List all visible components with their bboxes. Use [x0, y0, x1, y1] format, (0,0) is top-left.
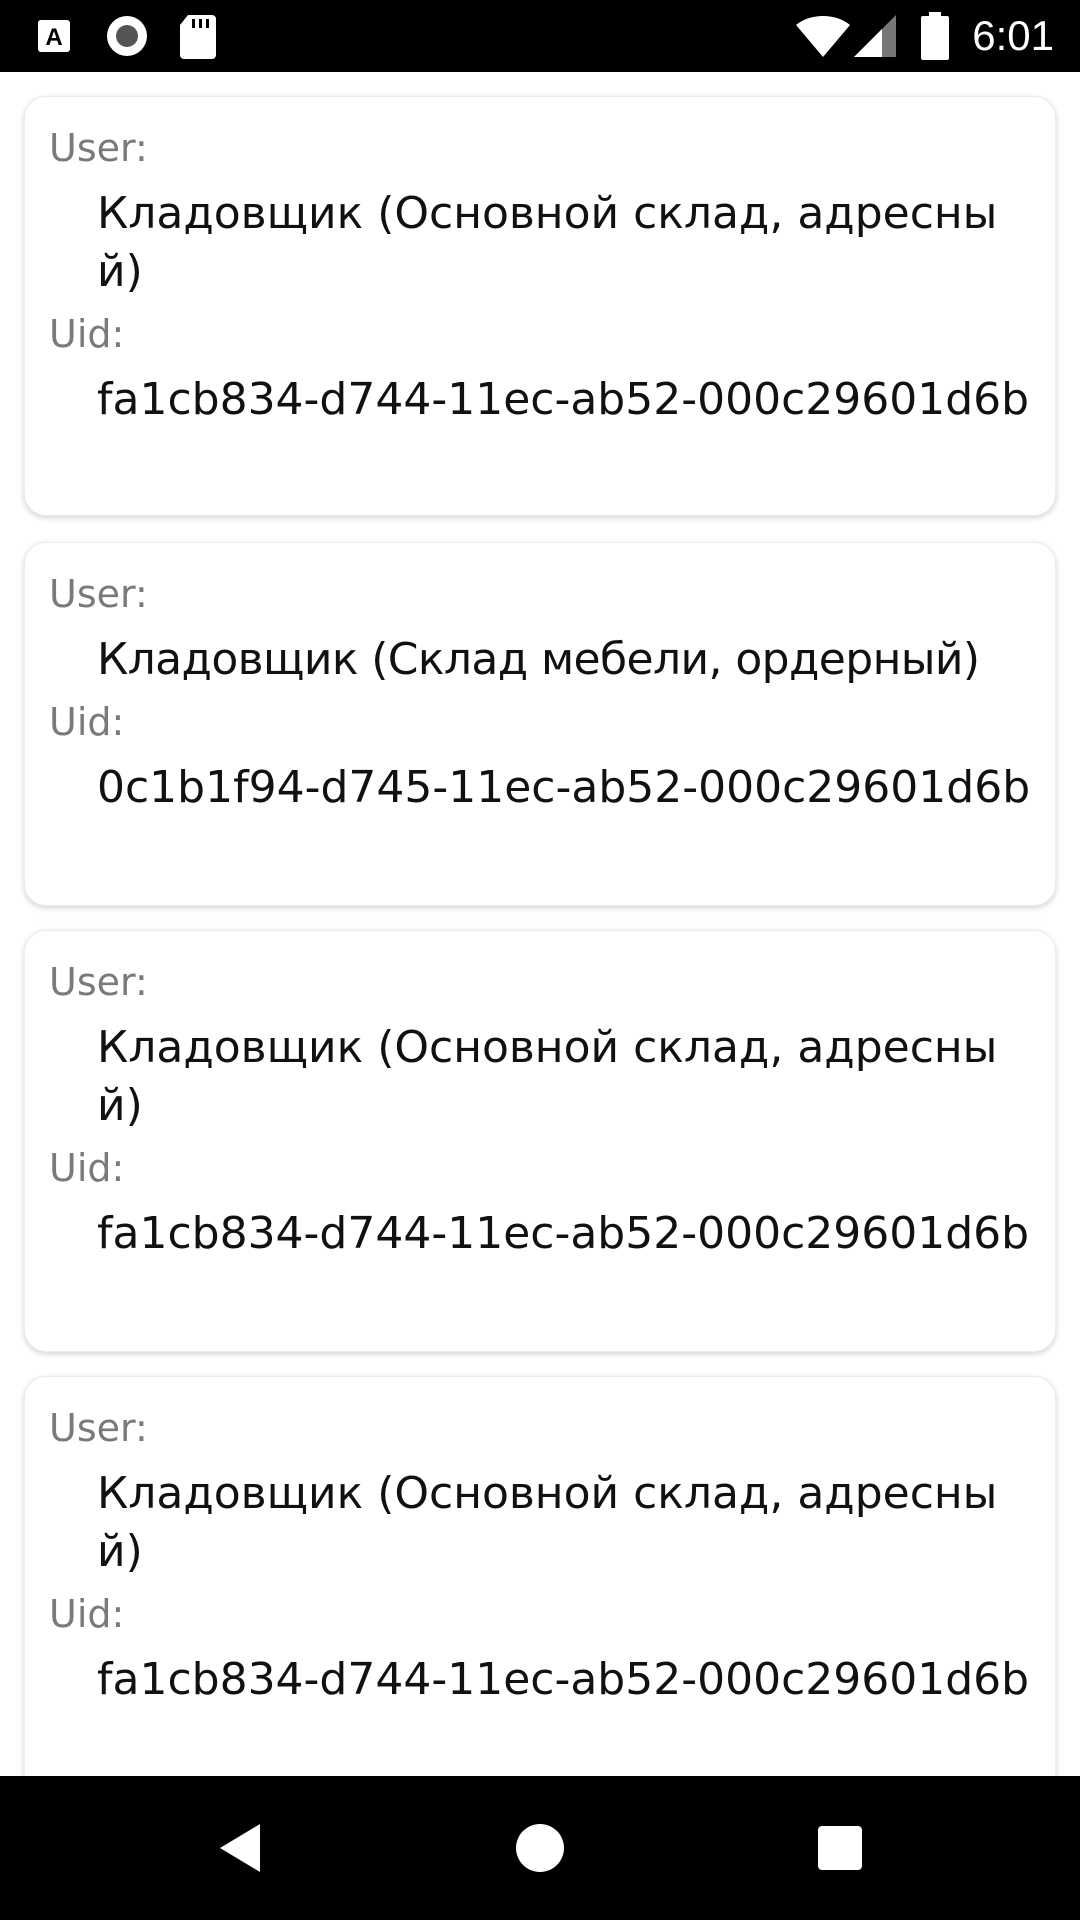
uid-value: 0c1b1f94-d745-11ec-ab52-000c29601d6b [97, 762, 1031, 813]
clock-time: 6:01 [972, 12, 1054, 59]
navigation-bar [0, 1776, 1080, 1920]
user-card[interactable]: User: Кладовщик (Основной склад, адресны… [24, 930, 1056, 1352]
uid-label: Uid: [49, 1146, 125, 1190]
uid-value: fa1cb834-d744-11ec-ab52-000c29601d6b [97, 1654, 1030, 1705]
svg-text:A: A [45, 24, 62, 51]
user-card[interactable]: User: Кладовщик (Основной склад, адресны… [24, 1376, 1056, 1776]
user-card[interactable]: User: Кладовщик (Основной склад, адресны… [24, 96, 1056, 516]
user-value: Кладовщик (Основной склад, адресный) [97, 1022, 998, 1131]
user-value: Кладовщик (Основной склад, адресный) [97, 1468, 998, 1577]
battery-icon [920, 0, 950, 72]
user-card[interactable]: User: Кладовщик (Склад мебели, ордерный)… [24, 542, 1056, 906]
home-icon[interactable] [480, 1776, 600, 1920]
status-bar: A 6:01 [0, 0, 1080, 72]
user-label: User: [49, 572, 148, 616]
wifi-icon [794, 0, 852, 72]
a-keyboard-icon: A [34, 0, 74, 72]
uid-label: Uid: [49, 312, 125, 356]
uid-label: Uid: [49, 1592, 125, 1636]
uid-value: fa1cb834-d744-11ec-ab52-000c29601d6b [97, 374, 1030, 425]
uid-label: Uid: [49, 700, 125, 744]
user-list[interactable]: User: Кладовщик (Основной склад, адресны… [0, 72, 1080, 1776]
user-value: Кладовщик (Склад мебели, ордерный) [97, 634, 980, 685]
back-icon[interactable] [180, 1776, 300, 1920]
record-icon [104, 0, 150, 72]
uid-value: fa1cb834-d744-11ec-ab52-000c29601d6b [97, 1208, 1030, 1259]
user-label: User: [49, 960, 148, 1004]
user-value: Кладовщик (Основной склад, адресный) [97, 188, 998, 297]
sd-card-icon [178, 0, 218, 72]
user-label: User: [49, 1406, 148, 1450]
user-label: User: [49, 126, 148, 170]
signal-icon [852, 0, 898, 72]
recents-icon[interactable] [780, 1776, 900, 1920]
